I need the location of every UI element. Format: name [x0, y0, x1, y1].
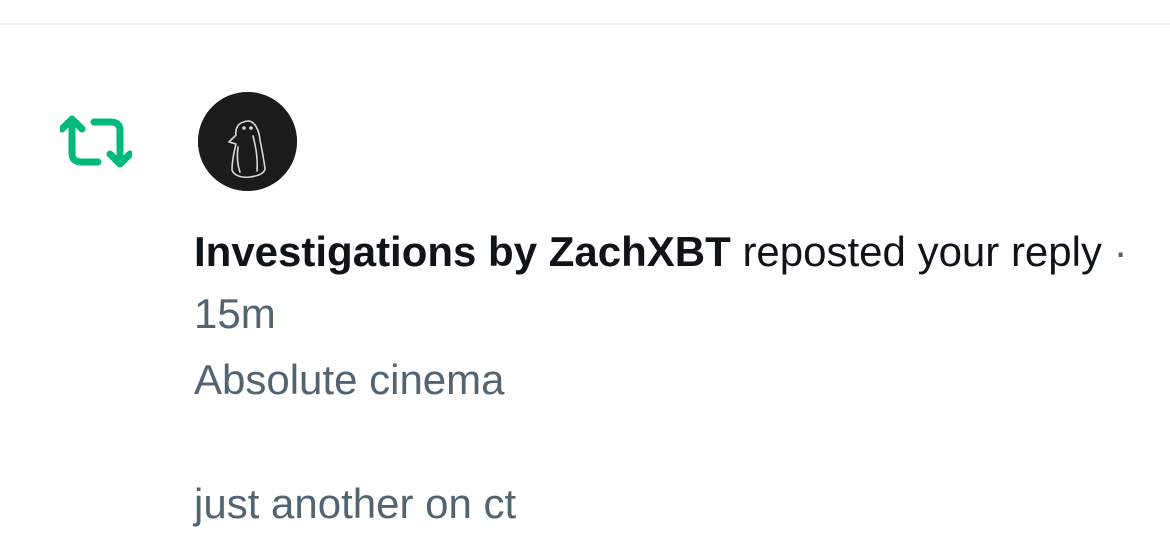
notification-content: Investigations by ZachXBT reposted your … — [194, 221, 1134, 535]
action-text: reposted your reply — [730, 228, 1102, 275]
penguin-avatar-icon — [198, 92, 297, 191]
reply-line-blank — [194, 411, 1134, 473]
reply-text: Absolute cinema just another on ct — [194, 349, 1134, 535]
notification-item[interactable]: Investigations by ZachXBT reposted your … — [0, 25, 1170, 527]
repost-icon — [58, 115, 134, 169]
avatar[interactable] — [198, 92, 297, 191]
actor-name[interactable]: Investigations by ZachXBT — [194, 228, 731, 275]
reply-line: just another on ct — [194, 480, 517, 527]
notification-headline: Investigations by ZachXBT reposted your … — [194, 221, 1134, 345]
reply-line: Absolute cinema — [194, 356, 505, 403]
separator: · — [1101, 228, 1128, 275]
timestamp[interactable]: 15m — [194, 290, 276, 337]
